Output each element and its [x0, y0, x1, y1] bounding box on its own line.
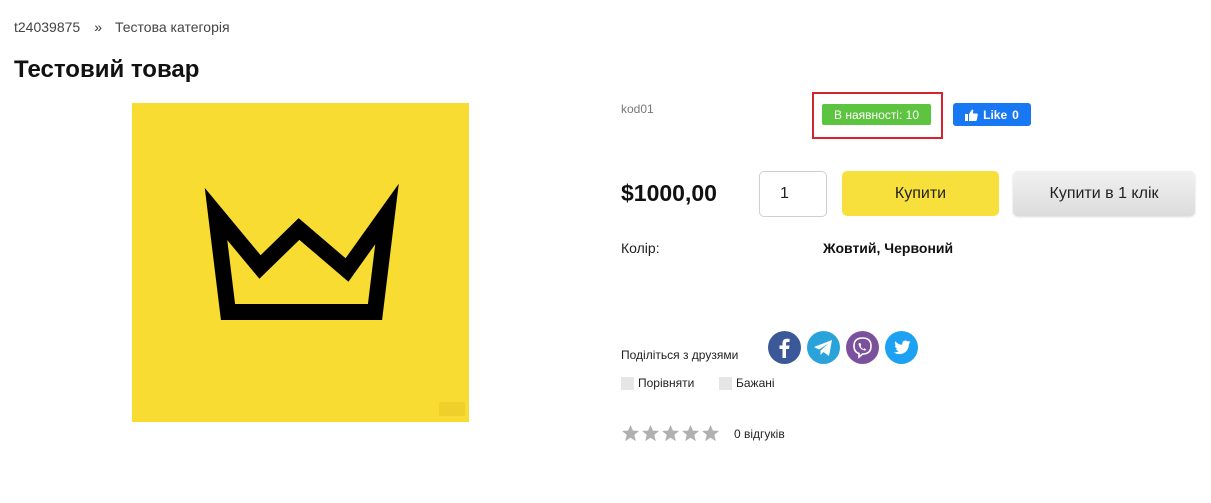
- compare-checkbox[interactable]: Порівняти: [621, 376, 694, 390]
- star-icon[interactable]: [621, 424, 640, 443]
- facebook-like-label: Like: [983, 107, 1008, 122]
- crown-icon: [204, 183, 399, 320]
- breadcrumb-separator: »: [94, 19, 102, 35]
- buy-one-click-button[interactable]: Купити в 1 клік: [1013, 171, 1195, 216]
- rating-stars[interactable]: [621, 424, 720, 443]
- breadcrumb-category-link[interactable]: Тестова категорія: [115, 19, 230, 35]
- telegram-icon[interactable]: [807, 331, 840, 364]
- facebook-like-button[interactable]: Like 0: [953, 103, 1031, 126]
- buy-button[interactable]: Купити: [842, 171, 999, 216]
- product-rating: 0 відгуків: [621, 424, 785, 443]
- color-attribute-label: Колір:: [621, 240, 660, 256]
- product-sku: kod01: [621, 102, 654, 116]
- facebook-icon[interactable]: [768, 331, 801, 364]
- facebook-like-count: 0: [1012, 107, 1019, 122]
- thumbs-up-icon: [965, 109, 978, 121]
- compare-label: Порівняти: [638, 376, 695, 390]
- product-price: $1000,00: [621, 180, 717, 206]
- breadcrumb-home-link[interactable]: t24039875: [14, 19, 80, 35]
- reviews-count[interactable]: 0 відгуків: [734, 427, 785, 441]
- wishlist-checkbox[interactable]: Бажані: [719, 376, 775, 390]
- breadcrumb: t24039875 » Тестова категорія: [14, 19, 230, 35]
- compare-checkbox-box[interactable]: [621, 376, 634, 390]
- star-icon[interactable]: [701, 424, 720, 443]
- twitter-icon[interactable]: [885, 331, 918, 364]
- product-image[interactable]: [132, 103, 469, 422]
- page-title: Тестовий товар: [14, 56, 200, 83]
- star-icon[interactable]: [661, 424, 680, 443]
- share-icons: [768, 331, 918, 364]
- star-icon[interactable]: [641, 424, 660, 443]
- star-icon[interactable]: [681, 424, 700, 443]
- quantity-input[interactable]: [759, 171, 827, 217]
- viber-icon[interactable]: [846, 331, 879, 364]
- image-watermark: [439, 402, 465, 416]
- color-attribute-value: Жовтий, Червоний: [823, 240, 954, 256]
- stock-badge: В наявності: 10: [822, 104, 931, 125]
- share-label: Поділіться з друзями: [621, 348, 739, 362]
- wishlist-checkbox-box[interactable]: [719, 376, 732, 390]
- wishlist-label: Бажані: [736, 376, 775, 390]
